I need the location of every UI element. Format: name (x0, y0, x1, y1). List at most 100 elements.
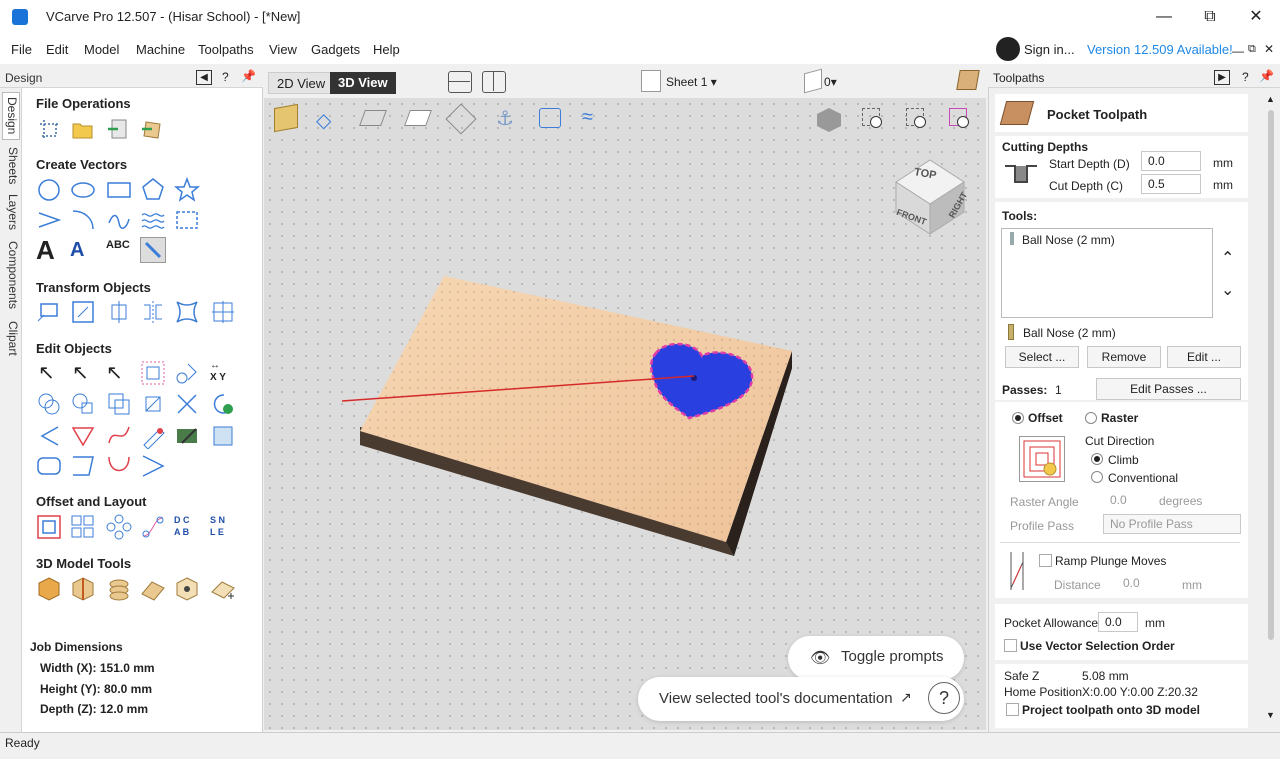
join-icon[interactable] (106, 453, 132, 479)
trim-icon[interactable] (174, 391, 200, 417)
subtract-icon[interactable] (70, 391, 96, 417)
scroll-down-icon[interactable]: ▼ (1266, 710, 1275, 720)
menu-gadgets[interactable]: Gadgets (311, 42, 360, 57)
toolpath-pin-icon[interactable]: 📌 (1259, 69, 1274, 83)
model-slice-icon[interactable] (70, 576, 96, 602)
tab-components[interactable]: Components (2, 238, 20, 312)
tab-3d-view[interactable]: 3D View (330, 72, 396, 94)
pin-icon[interactable]: 📌 (241, 69, 256, 83)
split-horizontal-icon[interactable] (448, 71, 472, 93)
tool-list-item[interactable]: Ball Nose (2 mm) (1022, 233, 1115, 247)
profile-pass-select[interactable]: No Profile Pass (1103, 514, 1241, 534)
menu-machine[interactable]: Machine (136, 42, 185, 57)
ramp-plunge-checkbox[interactable] (1039, 554, 1052, 567)
image-trace-icon[interactable] (210, 423, 236, 449)
extend-icon[interactable] (140, 453, 166, 479)
view-cube[interactable]: TOP FRONT RIGHT (886, 150, 976, 236)
xy-dimension-icon[interactable]: ↔ X Y (210, 360, 236, 386)
cut-depth-input[interactable]: 0.5 (1141, 174, 1201, 194)
text-on-curve-icon[interactable]: ABC (106, 237, 132, 263)
text-icon[interactable]: A (36, 237, 62, 263)
minimize-doc-icon[interactable]: — (1232, 44, 1244, 58)
weld-icon[interactable] (36, 391, 62, 417)
tab-clipart[interactable]: Clipart (2, 318, 20, 358)
user-avatar-icon[interactable] (996, 37, 1020, 61)
tab-design[interactable]: Design (2, 92, 20, 140)
restore-doc-icon[interactable]: ⧉ (1248, 43, 1256, 56)
select-icon[interactable]: ↖ (38, 360, 64, 386)
distort-icon[interactable] (174, 299, 200, 325)
menu-edit[interactable]: Edit (46, 42, 68, 57)
move-tool-down-icon[interactable]: ⌄ (1221, 280, 1234, 300)
offset-radio[interactable] (1012, 412, 1024, 424)
fillet-icon[interactable] (36, 423, 62, 449)
toolpath-scrollbar[interactable]: ▲ ▼ (1265, 90, 1277, 730)
minimize-button[interactable]: — (1153, 6, 1175, 28)
polyline-icon[interactable] (36, 207, 62, 233)
draw-tool-icon[interactable] (140, 237, 166, 263)
menu-toolpaths[interactable]: Toolpaths (198, 42, 254, 57)
model-box-icon[interactable] (174, 576, 200, 602)
job-setup-icon[interactable] (36, 116, 62, 142)
split-vertical-icon[interactable] (482, 71, 506, 93)
overlap-icon[interactable] (140, 391, 166, 417)
toggle-prompts-button[interactable]: 👁 Toggle prompts (788, 636, 964, 680)
menu-model[interactable]: Model (84, 42, 119, 57)
close-button[interactable]: ✕ (1245, 6, 1267, 28)
close-doc-icon[interactable]: ✕ (1264, 42, 1274, 56)
tool-documentation-bar[interactable]: View selected tool's documentation ↗ ? (638, 677, 964, 721)
edit-passes-button[interactable]: Edit Passes ... (1096, 378, 1241, 400)
circle-icon[interactable] (36, 177, 62, 203)
sheet-selector[interactable]: Sheet 1 ▾ (666, 75, 717, 89)
ellipse-icon[interactable] (70, 177, 96, 203)
pocket-allowance-input[interactable]: 0.0 (1098, 612, 1138, 632)
view-toolpath-icon[interactable]: ≈ (582, 106, 593, 129)
arc-icon[interactable] (70, 207, 96, 233)
raster-radio[interactable] (1085, 412, 1097, 424)
scroll-thumb[interactable] (1268, 110, 1274, 640)
start-depth-input[interactable]: 0.0 (1141, 151, 1201, 171)
open-file-icon[interactable] (70, 116, 96, 142)
curve-icon[interactable] (106, 207, 132, 233)
nesting-icon[interactable]: D CA B (174, 514, 200, 540)
polygon-icon[interactable] (140, 177, 166, 203)
external-link-icon[interactable]: ↗ (900, 689, 912, 706)
scroll-up-icon[interactable]: ▲ (1266, 94, 1275, 104)
view-tool-icon[interactable] (539, 108, 561, 128)
help-circle-icon[interactable]: ? (928, 682, 960, 714)
version-available-link[interactable]: Version 12.509 Available! (1087, 42, 1233, 57)
offset-line-icon[interactable] (70, 453, 96, 479)
climb-radio[interactable] (1091, 453, 1103, 465)
3d-canvas[interactable]: ◇ ⚓ ≈ TOP FRONT RIGHT 👁 Toggle prompts V… (264, 98, 986, 730)
sign-in-link[interactable]: Sign in... (1024, 42, 1075, 57)
tool-documentation-link[interactable]: View selected tool's documentation (659, 690, 893, 707)
project-toolpath-checkbox[interactable] (1006, 703, 1019, 716)
mirror-icon[interactable] (140, 299, 166, 325)
align-icon[interactable] (106, 299, 132, 325)
model-add-icon[interactable] (210, 576, 236, 602)
interactive-transform-icon[interactable]: ↖ (106, 360, 132, 386)
offset-icon[interactable] (36, 514, 62, 540)
import-model-icon[interactable] (140, 116, 166, 142)
edit-tool-button[interactable]: Edit ... (1167, 346, 1241, 368)
shapes-icon[interactable] (174, 360, 200, 386)
remove-tool-button[interactable]: Remove (1087, 346, 1161, 368)
node-edit-icon[interactable]: ↖ (72, 360, 98, 386)
select-tool-button[interactable]: Select ... (1005, 346, 1079, 368)
smart-edit-icon[interactable] (174, 423, 200, 449)
star-icon[interactable] (173, 176, 201, 203)
import-vectors-icon[interactable] (106, 116, 132, 142)
tool-list[interactable]: Ball Nose (2 mm) (1001, 228, 1213, 318)
conventional-radio[interactable] (1091, 471, 1103, 483)
wave-icon[interactable] (140, 207, 166, 233)
material-icon[interactable] (956, 70, 980, 90)
help-icon[interactable]: ? (222, 70, 229, 84)
restore-button[interactable]: ⧉ (1199, 6, 1221, 28)
copy-along-vector-icon[interactable] (140, 514, 166, 540)
view-iso-icon[interactable] (274, 103, 298, 133)
model-import-icon[interactable] (36, 576, 62, 602)
view-shapes-icon[interactable]: ◇ (316, 108, 331, 133)
scale-icon[interactable] (70, 299, 96, 325)
move-icon[interactable] (36, 299, 62, 325)
intersect-icon[interactable] (106, 391, 132, 417)
